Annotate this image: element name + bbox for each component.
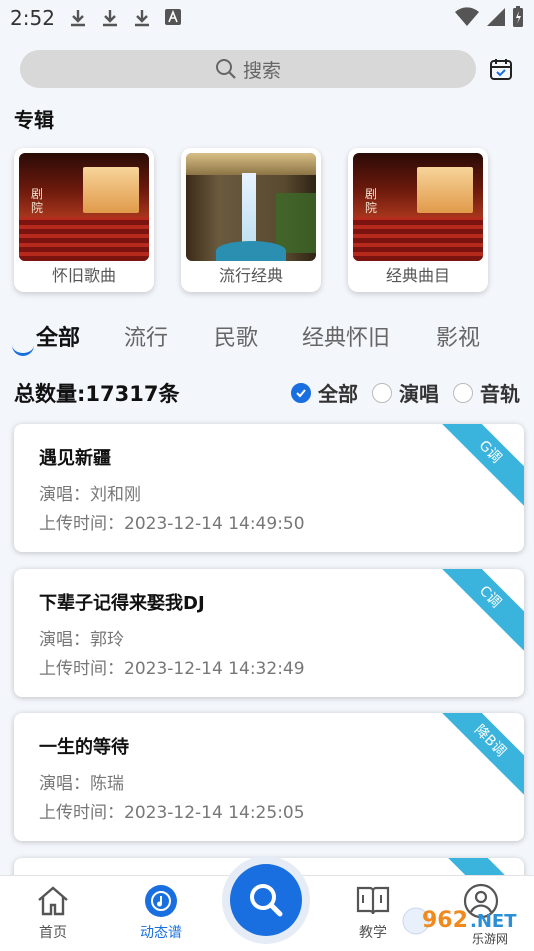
theater-stage <box>417 167 473 213</box>
tab-active-indicator <box>12 344 34 356</box>
notification-icons <box>68 8 182 28</box>
filter-all[interactable]: 全部 <box>291 378 358 407</box>
tab-film-tv[interactable]: 影视 <box>436 320 480 352</box>
song-title: 遇见新疆 <box>39 448 111 469</box>
calendar-button[interactable] <box>488 56 514 82</box>
download-icon <box>135 10 149 27</box>
watermark-logo: 962 .NET 乐游网 <box>402 907 517 946</box>
waterfall-pool <box>216 241 286 261</box>
album-label: 怀旧歌曲 <box>51 266 116 285</box>
song-singer: 演唱：陈瑞 <box>39 774 124 794</box>
filter-group: 全部 演唱 音轨 <box>291 378 520 407</box>
album-card[interactable]: 剧院 经典曲目 <box>348 148 488 292</box>
nav-teaching-label: 教学 <box>359 925 387 941</box>
theater-stage <box>83 167 139 213</box>
book-icon <box>356 886 390 915</box>
album-label: 经典曲目 <box>385 266 450 285</box>
calendar-icon <box>490 59 512 80</box>
theater-sign: 剧院 <box>365 187 378 215</box>
song-upload-time: 上传时间：2023-12-14 14:49:50 <box>39 514 305 534</box>
waterfall-stream <box>242 173 256 245</box>
search-input[interactable]: 搜索 <box>20 50 476 88</box>
wifi-icon <box>455 7 479 27</box>
app-a-icon <box>165 9 181 25</box>
category-tabs: 全部 流行 民歌 经典怀旧 影视 <box>0 320 534 360</box>
center-search-inner <box>230 864 302 936</box>
search-placeholder: 搜索 <box>242 59 281 82</box>
key-ribbon: G调 <box>434 424 524 508</box>
album-label: 流行经典 <box>218 266 283 285</box>
home-icon <box>38 886 68 916</box>
nav-home-label: 首页 <box>39 925 67 941</box>
nav-dynamic-score-label: 动态谱 <box>140 925 182 941</box>
theater-sign: 剧院 <box>31 187 44 215</box>
system-icons <box>454 6 524 28</box>
radio-checked-icon <box>291 382 311 403</box>
song-upload-time: 上传时间：2023-12-14 14:32:49 <box>39 659 305 679</box>
song-singer: 演唱：刘和刚 <box>39 485 141 505</box>
total-count: 总数量:17317条 <box>14 382 180 406</box>
svg-text:乐游网: 乐游网 <box>472 932 508 946</box>
svg-text:962: 962 <box>422 908 468 933</box>
radio-unchecked-icon <box>453 382 473 403</box>
albums-list: 剧院 怀旧歌曲 流行经典 剧院 经典曲目 <box>14 148 494 292</box>
filter-label: 全部 <box>318 382 358 406</box>
filter-track[interactable]: 音轨 <box>453 378 520 407</box>
album-cover-image: 剧院 <box>19 153 149 261</box>
song-title: 一生的等待 <box>39 737 129 758</box>
song-card[interactable]: 遇见新疆 演唱：刘和刚 上传时间：2023-12-14 14:49:50 G调 <box>14 424 524 552</box>
album-cover-image <box>186 153 316 261</box>
battery-icon <box>513 6 523 27</box>
nav-dynamic-score[interactable]: 动态谱 <box>126 882 196 942</box>
download-icon <box>103 10 117 27</box>
search-icon <box>250 884 283 917</box>
tab-all[interactable]: 全部 <box>36 320 80 352</box>
tab-classic-nostalgia[interactable]: 经典怀旧 <box>302 320 390 352</box>
song-singer: 演唱：郭玲 <box>39 630 124 650</box>
music-disc-icon <box>145 885 177 917</box>
status-bar: 2:52 <box>0 0 534 36</box>
status-time: 2:52 <box>10 6 55 30</box>
filter-vocal[interactable]: 演唱 <box>372 378 439 407</box>
song-upload-time: 上传时间：2023-12-14 14:25:05 <box>39 803 305 823</box>
album-cover-image: 剧院 <box>353 153 483 261</box>
nav-teaching[interactable]: 教学 <box>338 882 408 942</box>
center-search-button[interactable] <box>222 856 310 944</box>
key-ribbon: 降B调 <box>434 713 524 797</box>
theater-seats <box>19 217 149 261</box>
album-card[interactable]: 剧院 怀旧歌曲 <box>14 148 154 292</box>
tab-pop[interactable]: 流行 <box>124 320 168 352</box>
radio-unchecked-icon <box>372 382 392 403</box>
search-row: 搜索 <box>20 50 514 90</box>
waterfall-sky <box>186 153 316 175</box>
key-ribbon: C调 <box>434 569 524 653</box>
albums-section-title: 专辑 <box>14 108 54 132</box>
search-icon <box>215 59 236 79</box>
download-icon <box>71 10 85 27</box>
album-card[interactable]: 流行经典 <box>181 148 321 292</box>
waterfall-moss <box>276 193 316 253</box>
filter-label: 音轨 <box>480 382 520 406</box>
svg-text:.NET: .NET <box>470 911 517 932</box>
song-title: 下辈子记得来娶我DJ <box>39 593 205 614</box>
theater-seats <box>353 217 483 261</box>
song-card[interactable]: 下辈子记得来娶我DJ 演唱：郭玲 上传时间：2023-12-14 14:32:4… <box>14 569 524 697</box>
nav-home[interactable]: 首页 <box>18 882 88 942</box>
song-card[interactable]: 一生的等待 演唱：陈瑞 上传时间：2023-12-14 14:25:05 降B调 <box>14 713 524 841</box>
filter-label: 演唱 <box>399 382 439 406</box>
tab-folk[interactable]: 民歌 <box>214 320 258 352</box>
signal-icon <box>487 8 505 26</box>
